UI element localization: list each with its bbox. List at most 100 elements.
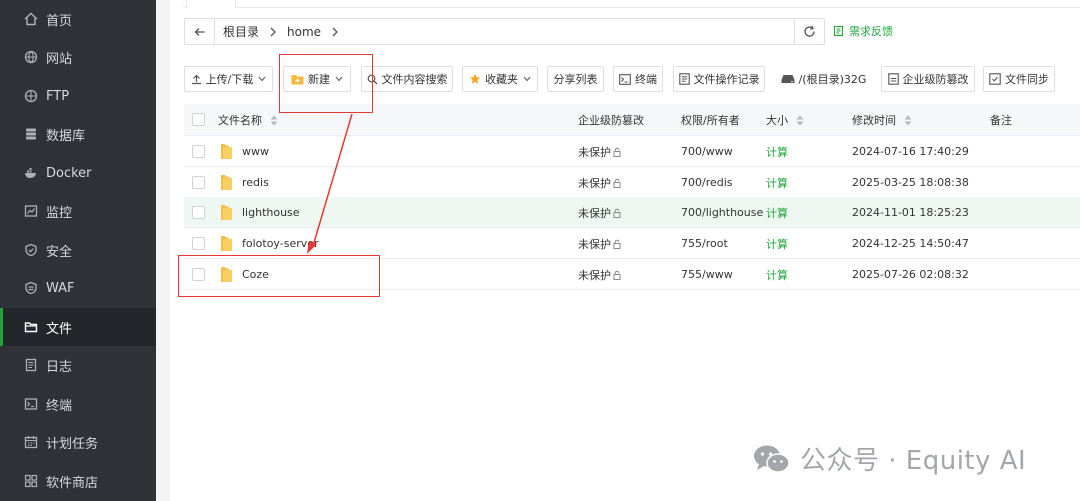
path-bar[interactable]: 根目录 home xyxy=(184,18,825,45)
file-sync-button[interactable]: 文件同步 xyxy=(983,66,1055,92)
permission[interactable]: 755/www xyxy=(681,259,733,290)
sidebar-item-label: 首页 xyxy=(46,13,73,29)
mtime: 2024-12-25 14:50:47 xyxy=(852,237,969,250)
header-size[interactable]: 大小 xyxy=(766,104,804,136)
permission[interactable]: 700/lighthouse xyxy=(681,197,763,228)
tamper-status[interactable]: 未保护 xyxy=(578,197,622,228)
lock-icon xyxy=(612,270,622,280)
apps-icon xyxy=(24,474,38,488)
sort-icon xyxy=(904,115,912,126)
size-calc-link[interactable]: 计算 xyxy=(766,167,788,198)
terminal-button[interactable]: 终端 xyxy=(613,66,663,92)
mtime: 2024-07-16 17:40:29 xyxy=(852,145,969,158)
size-calc-link[interactable]: 计算 xyxy=(766,136,788,167)
disk-icon xyxy=(781,74,795,84)
sidebar-item-label: 安全 xyxy=(46,244,73,260)
tamper-protection-button[interactable]: 企业级防篡改 xyxy=(881,66,975,92)
size-calc-link[interactable]: 计算 xyxy=(766,228,788,259)
new-folder-icon xyxy=(291,74,304,85)
content-search-button[interactable]: 文件内容搜索 xyxy=(361,66,453,92)
permission[interactable]: 700/www xyxy=(681,136,733,167)
sync-icon xyxy=(989,73,1001,85)
sidebar-item-ftp[interactable]: FTP xyxy=(0,77,156,115)
waf-shield-icon xyxy=(24,281,38,295)
select-all-checkbox[interactable] xyxy=(192,113,205,126)
table-row[interactable]: www 未保护 700/www 计算 2024-07-16 17:40:29 xyxy=(184,136,1080,167)
row-checkbox[interactable] xyxy=(192,237,205,250)
header-tamper: 企业级防篡改 xyxy=(578,114,644,127)
permission[interactable]: 700/redis xyxy=(681,167,733,198)
row-checkbox[interactable] xyxy=(192,268,205,281)
file-name[interactable]: Coze xyxy=(242,259,269,290)
upload-download-button[interactable]: 上传/下载 xyxy=(184,66,273,92)
sidebar: 首页 网站 FTP 数据库 Docker 监控 安全 WAF 文件 日志 终端 xyxy=(0,0,156,501)
sidebar-item-store[interactable]: 软件商店 xyxy=(0,462,156,500)
file-name[interactable]: www xyxy=(242,136,269,167)
log-icon xyxy=(24,358,38,372)
permission[interactable]: 755/root xyxy=(681,228,728,259)
table-row[interactable]: Coze 未保护 755/www 计算 2025-07-26 02:08:32 xyxy=(184,259,1080,290)
sort-icon xyxy=(796,115,804,126)
sidebar-item-website[interactable]: 网站 xyxy=(0,38,156,76)
file-name[interactable]: folotoy-server xyxy=(242,228,319,259)
row-checkbox[interactable] xyxy=(192,206,205,219)
sidebar-item-monitor[interactable]: 监控 xyxy=(0,192,156,230)
sidebar-item-logs[interactable]: 日志 xyxy=(0,346,156,384)
file-name[interactable]: redis xyxy=(242,167,269,198)
row-checkbox[interactable] xyxy=(192,176,205,189)
new-button[interactable]: 新建 xyxy=(283,66,351,92)
sidebar-item-label: FTP xyxy=(46,88,70,104)
sidebar-item-label: WAF xyxy=(46,280,75,296)
lock-icon xyxy=(612,147,622,157)
docker-icon xyxy=(24,166,38,180)
sidebar-item-cron[interactable]: 计划任务 xyxy=(0,423,156,461)
favorites-button[interactable]: 收藏夹 xyxy=(462,66,538,92)
sidebar-item-waf[interactable]: WAF xyxy=(0,269,156,307)
feedback-link[interactable]: 需求反馈 xyxy=(833,23,893,39)
sidebar-item-label: 软件商店 xyxy=(46,475,99,491)
file-tab-active[interactable] xyxy=(186,0,236,8)
tamper-status[interactable]: 未保护 xyxy=(578,136,622,167)
watermark: 公众号 · Equity AI xyxy=(752,440,1026,477)
row-checkbox[interactable] xyxy=(192,145,205,158)
mtime: 2025-03-25 18:08:38 xyxy=(852,176,969,189)
header-mtime[interactable]: 修改时间 xyxy=(852,104,912,136)
sidebar-item-label: 日志 xyxy=(46,359,73,375)
sidebar-item-database[interactable]: 数据库 xyxy=(0,115,156,153)
search-icon xyxy=(367,74,378,85)
table-row[interactable]: redis 未保护 700/redis 计算 2025-03-25 18:08:… xyxy=(184,167,1080,198)
sidebar-item-files[interactable]: 文件 xyxy=(0,308,156,346)
sidebar-item-docker[interactable]: Docker xyxy=(0,154,156,192)
wechat-icon xyxy=(754,445,790,473)
size-calc-link[interactable]: 计算 xyxy=(766,197,788,228)
log-icon xyxy=(678,73,690,85)
lock-icon xyxy=(612,208,622,218)
edit-note-icon xyxy=(833,25,845,37)
table-row[interactable]: lighthouse 未保护 700/lighthouse 计算 2024-11… xyxy=(184,197,1080,228)
table-row[interactable]: folotoy-server 未保护 755/root 计算 2024-12-2… xyxy=(184,228,1080,259)
arrow-left-icon xyxy=(194,27,204,36)
sidebar-item-security[interactable]: 安全 xyxy=(0,231,156,269)
home-icon xyxy=(24,12,38,26)
sidebar-item-label: Docker xyxy=(46,165,92,181)
share-list-button[interactable]: 分享列表 xyxy=(547,66,604,92)
sidebar-item-terminal[interactable]: 终端 xyxy=(0,385,156,423)
tamper-status[interactable]: 未保护 xyxy=(578,228,622,259)
terminal-icon xyxy=(24,397,38,411)
database-icon xyxy=(24,127,38,141)
refresh-icon xyxy=(804,25,815,37)
tamper-status[interactable]: 未保护 xyxy=(578,259,622,290)
chevron-right-icon xyxy=(269,27,277,37)
tamper-status[interactable]: 未保护 xyxy=(578,167,622,198)
tamper-doc-icon xyxy=(887,73,899,85)
breadcrumb-home[interactable]: home xyxy=(287,25,321,39)
size-calc-link[interactable]: 计算 xyxy=(766,259,788,290)
file-name[interactable]: lighthouse xyxy=(242,197,300,228)
refresh-button[interactable] xyxy=(794,19,824,44)
header-name[interactable]: 文件名称 xyxy=(218,104,278,136)
breadcrumb-root[interactable]: 根目录 xyxy=(223,23,259,40)
disk-button[interactable]: /(根目录)32G xyxy=(775,66,872,92)
back-button[interactable] xyxy=(185,19,215,44)
sidebar-item-home[interactable]: 首页 xyxy=(0,0,156,38)
operation-log-button[interactable]: 文件操作记录 xyxy=(673,66,765,92)
